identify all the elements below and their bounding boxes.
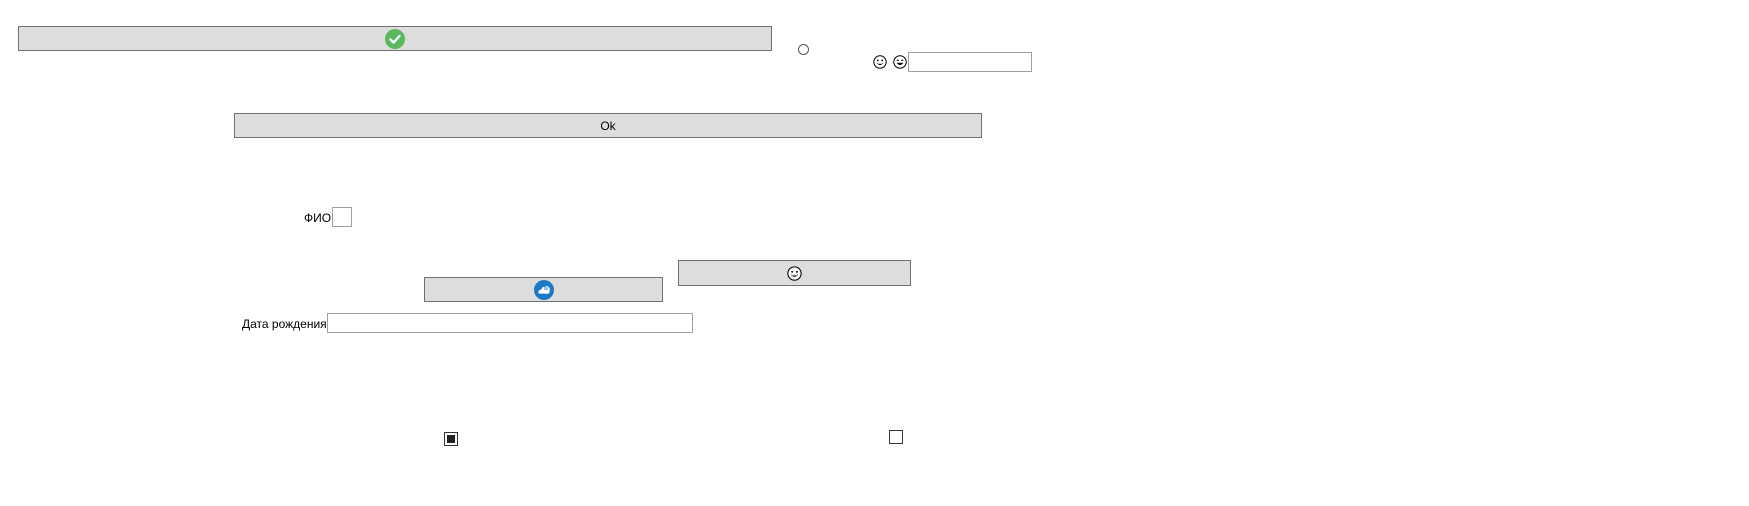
grinning-face-icon [873,55,887,69]
checkbox-indeterminate[interactable] [444,432,458,446]
cloud-button[interactable] [424,277,663,302]
ok-button[interactable]: Ok [234,113,982,138]
fio-label: ФИО [304,211,332,225]
laughing-face-icon [893,55,907,69]
emoji-button[interactable] [678,260,911,286]
option-radio[interactable] [798,44,809,55]
check-circle-icon [385,28,405,49]
birth-date-input[interactable] [327,313,693,333]
birth-date-label: Дата рождения [242,317,327,331]
fio-input[interactable] [332,207,352,227]
cloud-icon [533,279,554,300]
confirm-button[interactable] [18,26,772,51]
checkbox-unchecked[interactable] [889,430,903,444]
ok-button-label: Ok [600,118,616,133]
smiling-face-icon [787,265,802,281]
emoji-text-input[interactable] [908,52,1032,72]
